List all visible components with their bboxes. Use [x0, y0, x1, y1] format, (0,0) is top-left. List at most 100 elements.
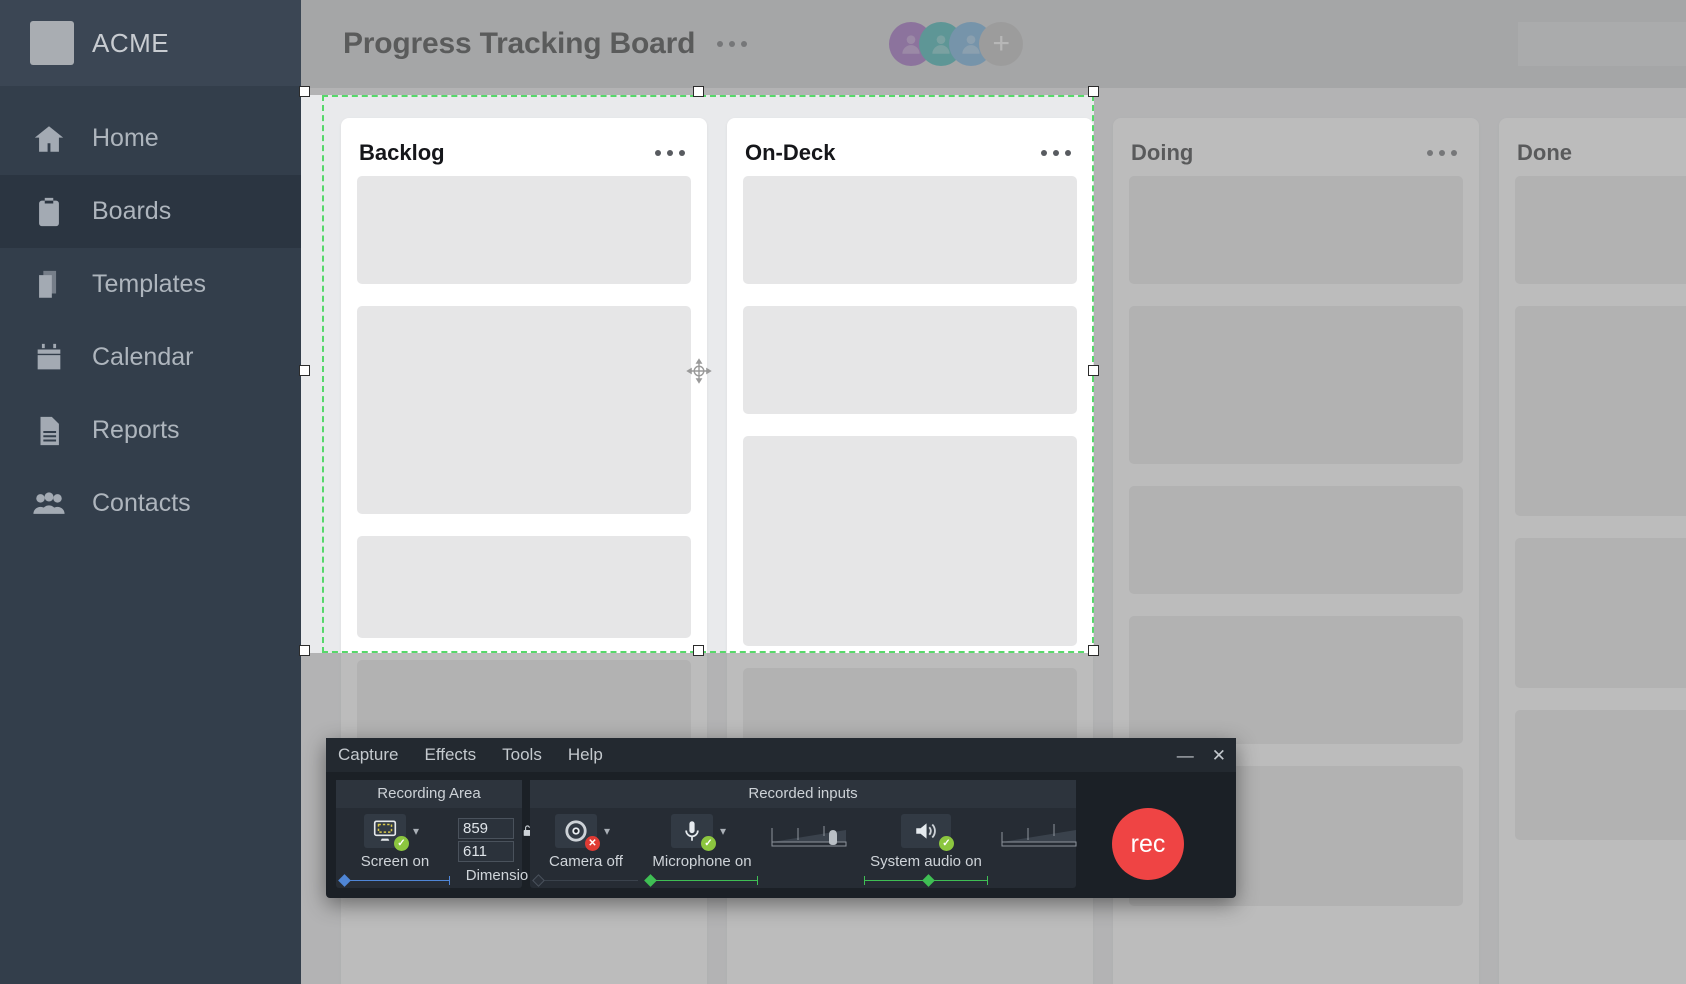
sidebar-item-label: Templates [92, 270, 206, 298]
camera-slider[interactable] [532, 874, 638, 888]
selection-handle-bottom-center[interactable] [693, 645, 704, 656]
column-title: Done [1517, 140, 1572, 165]
clipboard-icon [32, 195, 66, 229]
board-topbar: Progress Tracking Board + [301, 0, 1686, 88]
selection-handle-top-center[interactable] [693, 86, 704, 97]
sidebar-nav: Home Boards Templates Calendar Reports C… [0, 86, 301, 540]
ellipsis-icon[interactable] [1041, 150, 1071, 156]
board-card[interactable] [1129, 306, 1463, 464]
panel-body: ✕ ▾ Camera off ✓ ▾ Microphone on ✓ Syste… [530, 808, 1077, 888]
sidebar-item-boards[interactable]: Boards [0, 175, 301, 248]
board-card[interactable] [743, 436, 1077, 646]
column-header: Doing [1113, 118, 1479, 176]
ellipsis-icon[interactable] [717, 41, 748, 47]
panel-body: ✓ ▾ Screen on 859 611 Dimensio [336, 808, 532, 888]
people-group-icon [32, 487, 66, 521]
microphone-level-meter [768, 812, 854, 858]
selection-handle-middle-left[interactable] [299, 365, 310, 376]
status-badge-on: ✓ [701, 836, 716, 851]
status-badge-off: ✕ [585, 836, 600, 851]
ellipsis-icon[interactable] [1427, 150, 1457, 156]
sidebar-brand[interactable]: ACME [0, 0, 301, 86]
system-audio-control: ✓ System audio on [860, 808, 992, 888]
status-badge-on: ✓ [394, 836, 409, 851]
control-row: ✓ [901, 814, 954, 851]
board-card[interactable] [1515, 306, 1686, 516]
column-title: Backlog [359, 140, 445, 165]
recorder-menubar: Capture Effects Tools Help — ✕ [326, 738, 1236, 772]
sidebar-item-home[interactable]: Home [0, 102, 301, 175]
screen-slider[interactable] [338, 874, 450, 888]
microphone-slider[interactable] [644, 874, 758, 888]
document-lines-icon [32, 414, 66, 448]
app-logo-square-icon [30, 21, 74, 65]
menu-item-capture[interactable]: Capture [338, 745, 398, 765]
home-icon [32, 122, 66, 156]
screen-recorder-window: Capture Effects Tools Help — ✕ Recording… [326, 738, 1236, 898]
chevron-down-icon[interactable]: ▾ [406, 814, 426, 848]
board-card[interactable] [743, 306, 1077, 414]
camera-icon[interactable]: ✕ [555, 814, 600, 851]
calendar-icon [32, 341, 66, 375]
sidebar-item-calendar[interactable]: Calendar [0, 321, 301, 394]
selection-handle-middle-right[interactable] [1088, 365, 1099, 376]
minimize-button[interactable]: — [1177, 747, 1194, 764]
board-card[interactable] [1129, 176, 1463, 284]
board-card[interactable] [1129, 486, 1463, 594]
record-button[interactable]: rec [1112, 808, 1184, 880]
column-title: Doing [1131, 140, 1194, 165]
board-card[interactable] [357, 176, 691, 284]
sidebar-item-contacts[interactable]: Contacts [0, 467, 301, 540]
ellipsis-icon[interactable] [655, 150, 685, 156]
selection-handle-top-right[interactable] [1088, 86, 1099, 97]
height-input[interactable]: 611 [458, 841, 514, 862]
page-title: Progress Tracking Board [343, 27, 696, 60]
camera-status-label: Camera off [549, 853, 623, 870]
panel-title: Recording Area [336, 780, 522, 808]
topbar-right-placeholder [1518, 22, 1686, 66]
copy-stack-icon [32, 268, 66, 302]
board-card[interactable] [1515, 538, 1686, 688]
board-card[interactable] [1515, 176, 1686, 284]
control-row: ✓ ▾ [364, 814, 426, 851]
camera-control: ✕ ▾ Camera off [530, 808, 642, 888]
sidebar-item-label: Contacts [92, 489, 191, 517]
card-list [1499, 176, 1686, 840]
board-card[interactable] [1129, 616, 1463, 744]
column-header: Backlog [341, 118, 707, 176]
selection-handle-top-left[interactable] [299, 86, 310, 97]
dimensions-label: Dimensio [465, 867, 529, 884]
chevron-down-icon[interactable]: ▾ [713, 814, 733, 848]
brand-name: ACME [92, 27, 170, 58]
sidebar-item-reports[interactable]: Reports [0, 394, 301, 467]
selection-handle-bottom-left[interactable] [299, 645, 310, 656]
sidebar-item-label: Calendar [92, 343, 194, 371]
column-header: Done [1499, 118, 1686, 176]
dimensions-control: 859 611 Dimensio [454, 808, 540, 884]
sidebar-item-templates[interactable]: Templates [0, 248, 301, 321]
board-column-done: Done [1499, 118, 1686, 984]
board-card[interactable] [1515, 710, 1686, 840]
status-badge-on: ✓ [939, 836, 954, 851]
board-card[interactable] [357, 306, 691, 514]
screen-select-icon[interactable]: ✓ [364, 814, 409, 851]
close-button[interactable]: ✕ [1212, 747, 1226, 764]
add-member-button[interactable]: + [979, 22, 1024, 66]
speaker-icon[interactable]: ✓ [901, 814, 954, 851]
card-list [727, 176, 1093, 818]
column-title: On-Deck [745, 140, 836, 165]
system-audio-slider[interactable] [864, 874, 988, 888]
board-card[interactable] [357, 536, 691, 638]
member-avatars: + [889, 22, 1024, 66]
microphone-icon[interactable]: ✓ [671, 814, 716, 851]
menu-item-tools[interactable]: Tools [502, 745, 542, 765]
width-input[interactable]: 859 [458, 818, 514, 839]
selection-handle-bottom-right[interactable] [1088, 645, 1099, 656]
recorded-inputs-panel: Recorded inputs ✕ ▾ Camera off ✓ ▾ Micro… [530, 780, 1077, 888]
chevron-down-icon[interactable]: ▾ [597, 814, 617, 848]
panel-title: Recorded inputs [530, 780, 1076, 808]
menu-item-effects[interactable]: Effects [424, 745, 476, 765]
board-card[interactable] [743, 176, 1077, 284]
screen-capture-control: ✓ ▾ Screen on [336, 808, 454, 888]
menu-item-help[interactable]: Help [568, 745, 603, 765]
